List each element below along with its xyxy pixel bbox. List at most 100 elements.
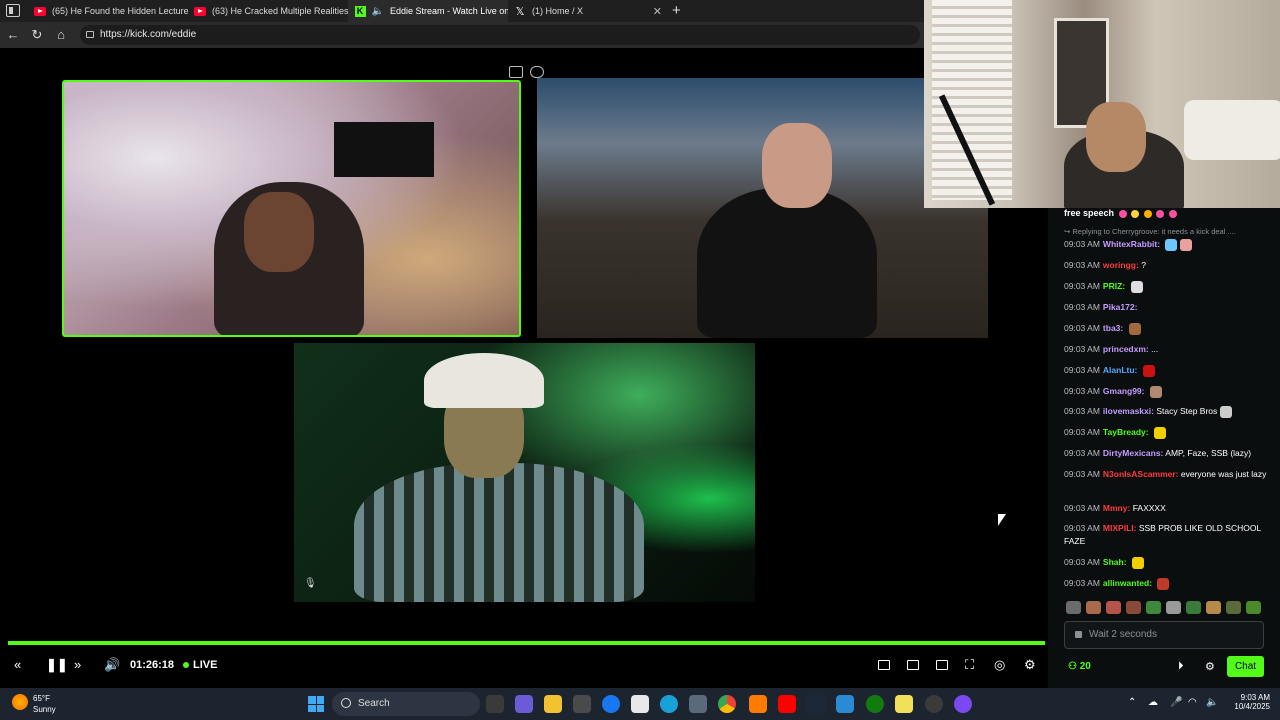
live-badge[interactable]: LIVE xyxy=(183,659,217,671)
progress-bar[interactable] xyxy=(8,641,1045,645)
taskbar-search[interactable]: Search xyxy=(332,692,480,716)
chat-input[interactable]: Wait 2 seconds xyxy=(1064,621,1264,649)
viewer-count[interactable]: ⚇ 20 xyxy=(1068,661,1091,672)
chat-settings-icon[interactable]: ⚙ xyxy=(1205,660,1215,673)
home-icon[interactable]: ⌂ xyxy=(53,27,69,43)
wifi-icon[interactable]: ◠ xyxy=(1188,697,1197,708)
message-username[interactable]: MIXPILI: xyxy=(1103,523,1137,533)
amazon-icon[interactable] xyxy=(631,695,649,713)
task-view-icon[interactable] xyxy=(486,695,504,713)
message-time: 09:03 AM xyxy=(1064,427,1100,437)
chat-button[interactable]: Chat xyxy=(1227,656,1264,677)
message-username[interactable]: TayBready: xyxy=(1103,427,1149,437)
message-time: 09:03 AM xyxy=(1064,386,1100,396)
message-username[interactable]: N3onIsAScammer: xyxy=(1103,469,1179,479)
tab-1[interactable]: (65) He Found the Hidden Lecture ✕ xyxy=(28,0,188,22)
close-icon[interactable]: ✕ xyxy=(647,5,662,18)
miniplayer-icon[interactable] xyxy=(878,660,890,670)
reload-icon[interactable]: ↻ xyxy=(29,27,45,43)
chat-message: 09:03 AM MIXPILI: SSB PROB LIKE OLD SCHOO… xyxy=(1064,522,1269,548)
address-bar[interactable]: https://kick.com/eddie xyxy=(80,25,920,45)
message-username[interactable]: Mmny: xyxy=(1103,503,1130,513)
tab-2[interactable]: (63) He Cracked Multiple Realities ✕ xyxy=(188,0,348,22)
weather-sun-icon[interactable] xyxy=(12,694,28,710)
message-username[interactable]: tba3: xyxy=(1103,323,1123,333)
emote-icon[interactable] xyxy=(1186,601,1201,614)
message-username[interactable]: princedxm: xyxy=(1103,344,1149,354)
window-menu-icon[interactable] xyxy=(6,4,20,17)
tray-chevron-icon[interactable]: ⌃ xyxy=(1128,697,1136,708)
app-icon[interactable] xyxy=(836,695,854,713)
message-username[interactable]: WhitexRabbit: xyxy=(1103,239,1160,249)
vlc-icon[interactable] xyxy=(749,695,767,713)
notes-icon[interactable] xyxy=(895,695,913,713)
message-username[interactable]: Pika172: xyxy=(1103,302,1138,312)
message-username[interactable]: AlanLtu: xyxy=(1103,365,1137,375)
edge-icon[interactable] xyxy=(660,695,678,713)
speaker-icon[interactable]: 🔈 xyxy=(372,5,384,17)
layout-toggle-icon[interactable] xyxy=(509,66,523,78)
file-explorer-icon[interactable] xyxy=(544,695,562,713)
xbox-icon[interactable] xyxy=(866,695,884,713)
volume-icon[interactable]: 🔊 xyxy=(104,657,120,673)
site-info-icon[interactable] xyxy=(86,31,94,38)
tab-4[interactable]: 𝕏 (1) Home / X ✕ xyxy=(508,0,668,22)
emote-icon xyxy=(1149,385,1162,398)
weather-condition[interactable]: Sunny xyxy=(33,705,56,714)
emote-icon[interactable] xyxy=(1126,601,1141,614)
emote-icon[interactable] xyxy=(1246,601,1261,614)
message-username[interactable]: Shah: xyxy=(1103,557,1127,567)
fullscreen-icon[interactable]: ⛶ xyxy=(965,657,974,673)
chat-send-icon[interactable]: ⏵ xyxy=(1178,660,1184,673)
progress-fill xyxy=(8,641,1045,645)
settings-icon[interactable]: ⚙ xyxy=(1024,657,1036,673)
emote-icon[interactable] xyxy=(1146,601,1161,614)
theater-mode-icon[interactable] xyxy=(936,660,948,670)
message-username[interactable]: DirtyMexicans: xyxy=(1103,448,1163,458)
youtube-app-icon[interactable] xyxy=(778,695,796,713)
new-tab-button[interactable]: + xyxy=(672,2,681,19)
start-icon[interactable] xyxy=(308,696,324,712)
video-player[interactable]: 🎙 xyxy=(0,48,1048,688)
message-username[interactable]: allinwanted: xyxy=(1103,578,1152,588)
clip-icon[interactable] xyxy=(907,660,919,670)
guest-body xyxy=(354,463,644,602)
chat-message: 09:03 AM allinwanted: xyxy=(1064,577,1269,590)
reply-text: Replying to Cherrygroove: it needs a kic… xyxy=(1072,227,1236,236)
message-username[interactable]: woringg: xyxy=(1103,260,1139,270)
windows-taskbar: 65°F Sunny Search ⌃ ☁ 🎤 ◠ 🔈 9:03 AM 10/4… xyxy=(0,688,1280,720)
app-icon[interactable] xyxy=(925,695,943,713)
back-icon[interactable]: ← xyxy=(5,27,21,43)
message-time: 09:03 AM xyxy=(1064,523,1100,533)
clock[interactable]: 9:03 AM 10/4/2025 xyxy=(1222,693,1270,711)
emote-icon xyxy=(1220,405,1233,418)
clip-dvr-icon[interactable]: ◎ xyxy=(994,657,1005,673)
copilot-icon[interactable] xyxy=(515,695,533,713)
emote-icon xyxy=(1128,322,1141,335)
emote-icon[interactable] xyxy=(1086,601,1101,614)
message-username[interactable]: Gmang99: xyxy=(1103,386,1145,396)
volume-tray-icon[interactable]: 🔈 xyxy=(1206,697,1218,708)
swap-layout-icon[interactable] xyxy=(530,66,544,78)
rewind-icon[interactable]: « xyxy=(14,657,21,673)
emote-icon[interactable] xyxy=(1166,601,1181,614)
facebook-icon[interactable] xyxy=(602,695,620,713)
pinned-text: free speech xyxy=(1064,208,1115,218)
weather-temperature[interactable]: 65°F xyxy=(33,694,50,703)
tray-app-icon[interactable]: ☁ xyxy=(1148,697,1158,708)
pause-icon[interactable]: ❚❚ xyxy=(46,657,68,673)
tab-3[interactable]: K 🔈 Eddie Stream - Watch Live on ✕ xyxy=(348,0,508,22)
emote-icon[interactable] xyxy=(1226,601,1241,614)
emote-icon[interactable] xyxy=(1106,601,1121,614)
mic-icon[interactable]: 🎤 xyxy=(1170,697,1182,708)
store-icon[interactable] xyxy=(573,695,591,713)
emote-icon[interactable] xyxy=(1206,601,1221,614)
message-username[interactable]: ilovemaskxi: xyxy=(1103,406,1154,416)
chrome-icon[interactable] xyxy=(718,695,736,713)
app-icon[interactable] xyxy=(954,695,972,713)
message-username[interactable]: PRIZ: xyxy=(1103,281,1125,291)
steam-icon[interactable] xyxy=(807,695,825,713)
forward-icon[interactable]: » xyxy=(74,657,81,673)
emote-icon[interactable] xyxy=(1066,601,1081,614)
calculator-icon[interactable] xyxy=(689,695,707,713)
